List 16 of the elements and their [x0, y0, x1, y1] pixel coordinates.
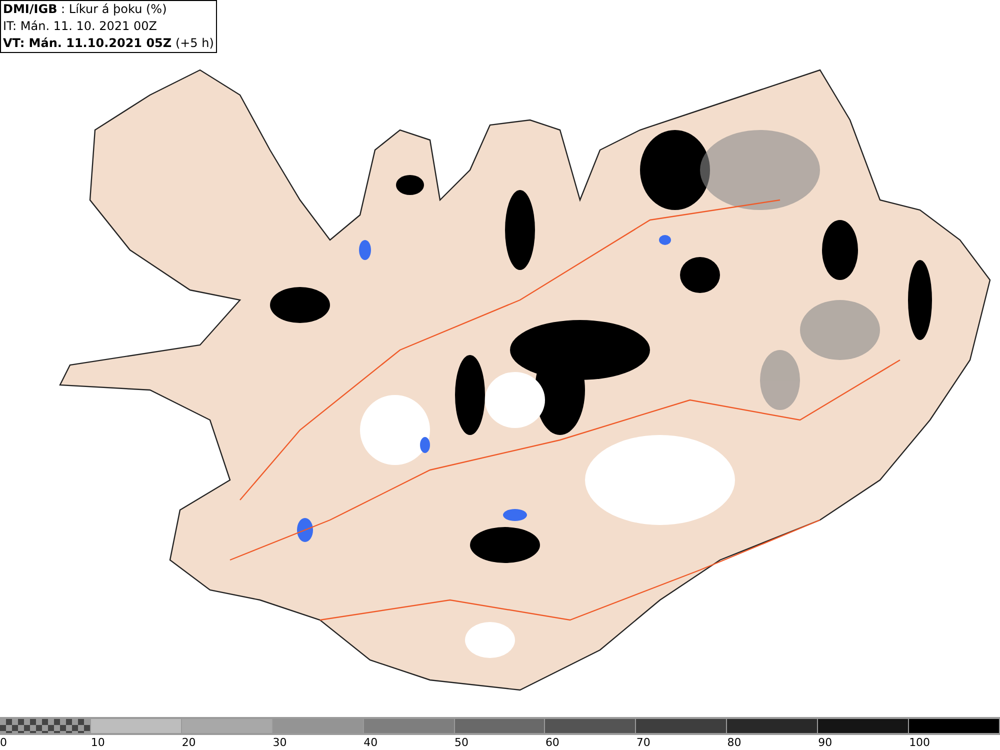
issue-time: IT: Mán. 11. 10. 2021 00Z: [3, 18, 158, 35]
legend-label: 40: [364, 737, 378, 748]
legend-label: 50: [454, 737, 469, 748]
legend-label: 10: [90, 737, 105, 748]
map-title: : Líkur á þoku (%): [61, 2, 167, 16]
legend-label: 0: [0, 737, 7, 748]
legend-label: 80: [727, 737, 742, 748]
legend-label: 100: [909, 737, 930, 748]
source-label: DMI/IGB: [3, 2, 58, 16]
valid-offset: (+5 h): [175, 36, 214, 50]
legend-label: 70: [636, 737, 650, 748]
legend-label: 60: [545, 737, 560, 748]
legend-label: 30: [272, 737, 287, 748]
valid-time: VT: Mán. 11.10.2021 05Z: [3, 36, 172, 50]
legend-label: 90: [818, 737, 832, 748]
legend-label: 20: [182, 737, 196, 748]
